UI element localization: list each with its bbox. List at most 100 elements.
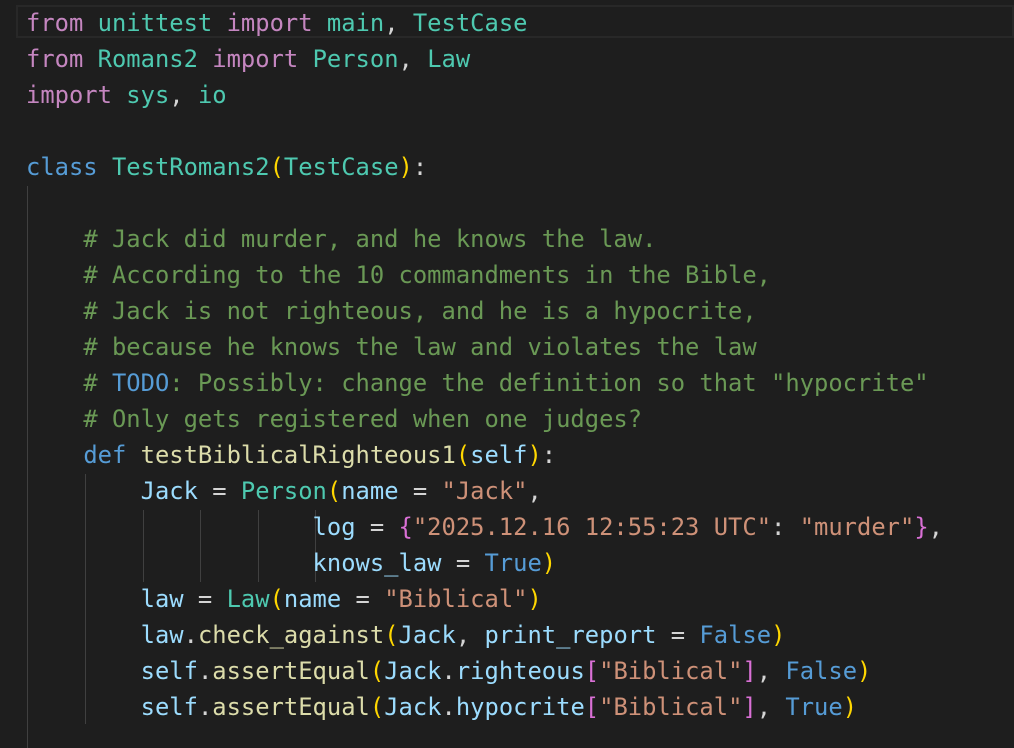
code-token: TODO [111,369,170,397]
code-editor[interactable]: from unittest import main, TestCase from … [0,0,1014,748]
code-token: = [656,621,700,649]
code-token: , [398,45,428,73]
code-token: ( [384,621,399,649]
code-token: . [183,621,198,649]
code-token: Romans2 [97,45,198,73]
code-token: log [312,513,356,541]
code-token: True [484,549,542,577]
code-token: { [398,513,413,541]
code-token: # According to the 10 commandments in th… [83,261,772,289]
code-token: ( [369,657,385,685]
code-token: hypocrite [455,693,585,721]
code-token: # because he knows the law and violates … [83,333,757,361]
code-token: ) [541,549,557,577]
code-token: [ [584,657,600,685]
code-token: } [914,513,929,541]
code-token: self [470,441,528,469]
code-token: TestRomans2 [111,153,270,181]
code-token: Jack [140,477,198,505]
code-token: law [140,585,184,613]
code-line[interactable]: # TODO: Possibly: change the definition … [26,365,928,401]
code-token: unittest [97,9,213,37]
code-token: ( [269,153,284,181]
code-token: from [26,45,84,73]
code-line[interactable]: Jack = Person(name = "Jack", [26,473,542,509]
code-token: Law [226,585,270,613]
code-token: self [140,657,198,685]
code-line[interactable]: import sys, io [26,77,227,113]
code-line[interactable]: # Only gets registered when one judges? [26,401,642,437]
code-token: = [183,585,227,613]
code-token: assertEqual [212,657,370,685]
code-line[interactable]: # Jack is not righteous, and he is a hyp… [26,293,756,329]
code-token: Jack [398,621,456,649]
code-token: ( [269,585,284,613]
code-token: : [541,441,557,469]
code-token: . [441,657,456,685]
code-line[interactable]: law.check_against(Jack, print_report = F… [26,617,786,653]
code-token: name [341,477,399,505]
code-token: from [26,9,84,37]
code-token: import [212,45,299,73]
code-line[interactable]: # Jack did murder, and he knows the law. [26,221,656,257]
code-token: law [140,621,184,649]
code-line[interactable]: from Romans2 import Person, Law [26,41,470,77]
code-line[interactable]: from unittest import main, TestCase [26,5,527,41]
code-line[interactable]: log = {"2025.12.16 12:55:23 UTC": "murde… [26,509,943,545]
code-line[interactable]: # because he knows the law and violates … [26,329,757,365]
code-token: sys [126,81,170,109]
code-line[interactable]: self.assertEqual(Jack.hypocrite["Biblica… [26,689,857,725]
code-token: True [785,693,843,721]
code-token: ] [742,693,757,721]
code-token: , [169,81,198,109]
code-token: , [527,477,542,505]
code-token: = [398,477,442,505]
code-token: ] [742,657,757,685]
code-token: , [756,657,786,685]
code-token: Person [240,477,327,505]
code-line[interactable]: knows_law = True) [26,545,557,581]
code-token: ( [326,477,342,505]
code-token: check_against [197,621,385,649]
code-token: = [341,585,385,613]
code-token: righteous [455,657,585,685]
code-token: ) [398,153,413,181]
code-token: , [384,9,413,37]
code-line[interactable]: # According to the 10 commandments in th… [26,257,771,293]
code-token: Jack [384,693,442,721]
code-line[interactable]: self.assertEqual(Jack.righteous["Biblica… [26,653,872,689]
code-token: ( [455,441,471,469]
code-token: "2025.12.16 12:55:23 UTC" [412,513,772,541]
code-token: # [83,369,112,397]
code-line[interactable]: class TestRomans2(TestCase): [26,149,427,185]
code-line[interactable]: law = Law(name = "Biblical") [26,581,542,617]
code-token: = [441,549,485,577]
code-token: Jack [384,657,442,685]
code-token: : [771,513,800,541]
code-token: name [283,585,342,613]
code-token: "Biblical" [384,585,528,613]
code-token: ( [369,693,385,721]
code-token: Person [312,45,399,73]
code-token: "Biblical" [599,693,743,721]
code-token: ) [857,657,872,685]
code-token: = [197,477,241,505]
code-token: ) [527,441,542,469]
code-token: . [197,657,213,685]
code-line[interactable]: def testBiblicalRighteous1(self): [26,437,556,473]
